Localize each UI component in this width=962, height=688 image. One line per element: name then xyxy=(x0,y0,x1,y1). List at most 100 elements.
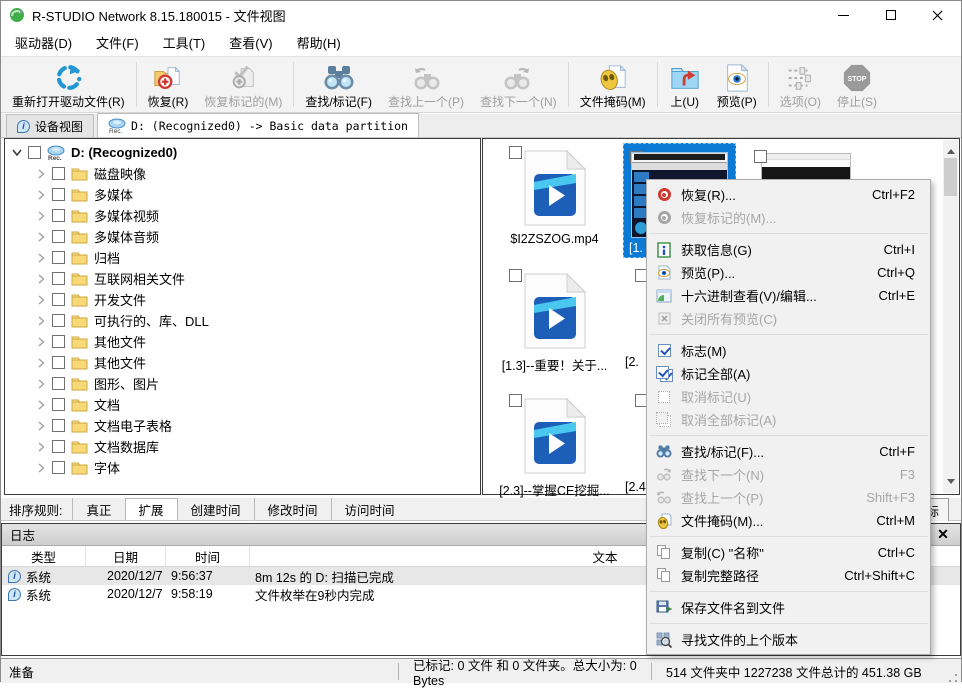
file-checkbox[interactable] xyxy=(509,269,522,282)
menu-recover[interactable]: 恢复(R)... Ctrl+F2 xyxy=(647,183,930,206)
chevron-right-icon[interactable] xyxy=(36,190,46,200)
log-col-type[interactable]: 类型 xyxy=(2,546,86,566)
folder-checkbox[interactable] xyxy=(52,461,65,474)
tree-folder-disk-images[interactable]: 磁盘映像 xyxy=(5,163,480,184)
menu-copy-name[interactable]: 复制(C) "名称" Ctrl+C xyxy=(647,541,930,564)
menu-unmark-all[interactable]: 取消全部标记(A) xyxy=(647,408,930,431)
menu-preview[interactable]: 预览(P)... Ctrl+Q xyxy=(647,261,930,284)
scroll-down-icon[interactable] xyxy=(947,479,955,488)
log-col-date[interactable]: 日期 xyxy=(86,546,166,566)
preview-button[interactable]: 预览(P) xyxy=(709,59,765,110)
sort-tab-real[interactable]: 真正 xyxy=(72,498,124,520)
folder-checkbox[interactable] xyxy=(52,419,65,432)
chevron-right-icon[interactable] xyxy=(36,211,46,221)
sort-tab-modified-time[interactable]: 修改时间 xyxy=(254,498,331,520)
tree-folder-executables[interactable]: 可执行的、库、DLL xyxy=(5,310,480,331)
minimize-button[interactable] xyxy=(820,1,867,29)
chevron-right-icon[interactable] xyxy=(36,463,46,473)
tree-folder-documents[interactable]: 文档 xyxy=(5,394,480,415)
chevron-right-icon[interactable] xyxy=(36,316,46,326)
close-button[interactable] xyxy=(914,1,961,29)
tree-folder-spreadsheets[interactable]: 文档电子表格 xyxy=(5,415,480,436)
folder-checkbox[interactable] xyxy=(52,335,65,348)
menu-find-previous-versions[interactable]: 寻找文件的上个版本 xyxy=(647,628,930,651)
reopen-drive-button[interactable]: 重新打开驱动文件(R) xyxy=(4,59,133,110)
tree-folder-archive[interactable]: 归档 xyxy=(5,247,480,268)
menu-mark[interactable]: 标志(M) xyxy=(647,339,930,362)
chevron-right-icon[interactable] xyxy=(36,169,46,179)
folder-checkbox[interactable] xyxy=(52,293,65,306)
recover-button[interactable]: 恢复(R) xyxy=(140,59,197,110)
tree-folder-development[interactable]: 开发文件 xyxy=(5,289,480,310)
menu-save-filenames[interactable]: 保存文件名到文件 xyxy=(647,596,930,619)
folder-checkbox[interactable] xyxy=(52,230,65,243)
tree-folder-multimedia[interactable]: 多媒体 xyxy=(5,184,480,205)
options-button[interactable]: 选项(O) xyxy=(772,59,829,110)
folder-checkbox[interactable] xyxy=(52,251,65,264)
chevron-right-icon[interactable] xyxy=(36,400,46,410)
recover-marked-button[interactable]: 恢复标记的(M) xyxy=(196,59,290,110)
stop-button[interactable]: STOP 停止(S) xyxy=(829,59,885,110)
file-item[interactable]: [1.3]--重要！关于... xyxy=(497,267,612,374)
menu-find-previous[interactable]: 查找上一个(P) Shift+F3 xyxy=(647,486,930,509)
vertical-scrollbar[interactable] xyxy=(943,140,958,493)
log-col-time[interactable]: 时间 xyxy=(166,546,250,566)
menu-drive[interactable]: 驱动器(D) xyxy=(3,28,84,57)
menu-help[interactable]: 帮助(H) xyxy=(285,28,353,57)
maximize-button[interactable] xyxy=(867,1,914,29)
folder-checkbox[interactable] xyxy=(52,167,65,180)
menu-file-mask[interactable]: 文件掩码(M)... Ctrl+M xyxy=(647,509,930,532)
tab-partition-view[interactable]: Rec. D: (Recognized0) -> Basic data part… xyxy=(97,113,419,137)
tree-folder-multimedia-audio[interactable]: 多媒体音频 xyxy=(5,226,480,247)
scroll-up-icon[interactable] xyxy=(947,145,955,154)
tree-folder-fonts[interactable]: 字体 xyxy=(5,457,480,478)
menu-close-previews[interactable]: 关闭所有预览(C) xyxy=(647,307,930,330)
menu-hex-view[interactable]: 十六进制查看(V)/编辑... Ctrl+E xyxy=(647,284,930,307)
scrollbar-thumb[interactable] xyxy=(944,158,957,196)
tab-device-view[interactable]: i 设备视图 xyxy=(6,114,94,137)
menu-recover-marked[interactable]: 恢复标记的(M)... xyxy=(647,206,930,229)
file-item[interactable]: $I2ZSZOG.mp4 xyxy=(497,144,612,246)
tree-folder-graphics[interactable]: 图形、图片 xyxy=(5,373,480,394)
find-mark-button[interactable]: 查找/标记(F) xyxy=(297,59,380,110)
chevron-right-icon[interactable] xyxy=(36,232,46,242)
tree-folder-multimedia-video[interactable]: 多媒体视频 xyxy=(5,205,480,226)
menu-find-mark[interactable]: 查找/标记(F)... Ctrl+F xyxy=(647,440,930,463)
menu-mark-all[interactable]: 标记全部(A) xyxy=(647,362,930,385)
menu-view[interactable]: 查看(V) xyxy=(217,28,284,57)
menu-get-info[interactable]: 获取信息(G) Ctrl+I xyxy=(647,238,930,261)
menu-tools[interactable]: 工具(T) xyxy=(151,28,218,57)
file-item[interactable]: [2.3]--掌握CE挖掘... xyxy=(497,392,612,499)
chevron-right-icon[interactable] xyxy=(36,337,46,347)
menu-copy-full-path[interactable]: 复制完整路径 Ctrl+Shift+C xyxy=(647,564,930,587)
folder-checkbox[interactable] xyxy=(52,377,65,390)
sort-tab-creation-time[interactable]: 创建时间 xyxy=(177,498,254,520)
chevron-right-icon[interactable] xyxy=(36,421,46,431)
tree-folder-other-files-2[interactable]: 其他文件 xyxy=(5,352,480,373)
folder-checkbox[interactable] xyxy=(52,272,65,285)
chevron-right-icon[interactable] xyxy=(36,253,46,263)
chevron-right-icon[interactable] xyxy=(36,442,46,452)
file-mask-button[interactable]: 文件掩码(M) xyxy=(572,59,654,110)
up-button[interactable]: 上(U) xyxy=(661,59,709,110)
chevron-right-icon[interactable] xyxy=(36,379,46,389)
file-checkbox[interactable] xyxy=(754,150,767,163)
menu-unmark[interactable]: 取消标记(U) xyxy=(647,385,930,408)
folder-checkbox[interactable] xyxy=(52,356,65,369)
folder-checkbox[interactable] xyxy=(52,209,65,222)
tree-folder-databases[interactable]: 文档数据库 xyxy=(5,436,480,457)
chevron-right-icon[interactable] xyxy=(36,295,46,305)
folder-checkbox[interactable] xyxy=(52,188,65,201)
folder-checkbox[interactable] xyxy=(52,314,65,327)
tree-folder-other-files-1[interactable]: 其他文件 xyxy=(5,331,480,352)
chevron-right-icon[interactable] xyxy=(36,274,46,284)
file-checkbox[interactable] xyxy=(509,146,522,159)
tree-root-checkbox[interactable] xyxy=(28,146,41,159)
find-next-button[interactable]: 查找下一个(N) xyxy=(472,59,565,110)
menu-find-next[interactable]: 查找下一个(N) F3 xyxy=(647,463,930,486)
tree-root-drive[interactable]: Rec. D: (Recognized0) xyxy=(5,142,480,163)
folder-checkbox[interactable] xyxy=(52,398,65,411)
chevron-down-icon[interactable] xyxy=(12,149,22,157)
find-previous-button[interactable]: 查找上一个(P) xyxy=(380,59,472,110)
tree-folder-internet[interactable]: 互联网相关文件 xyxy=(5,268,480,289)
